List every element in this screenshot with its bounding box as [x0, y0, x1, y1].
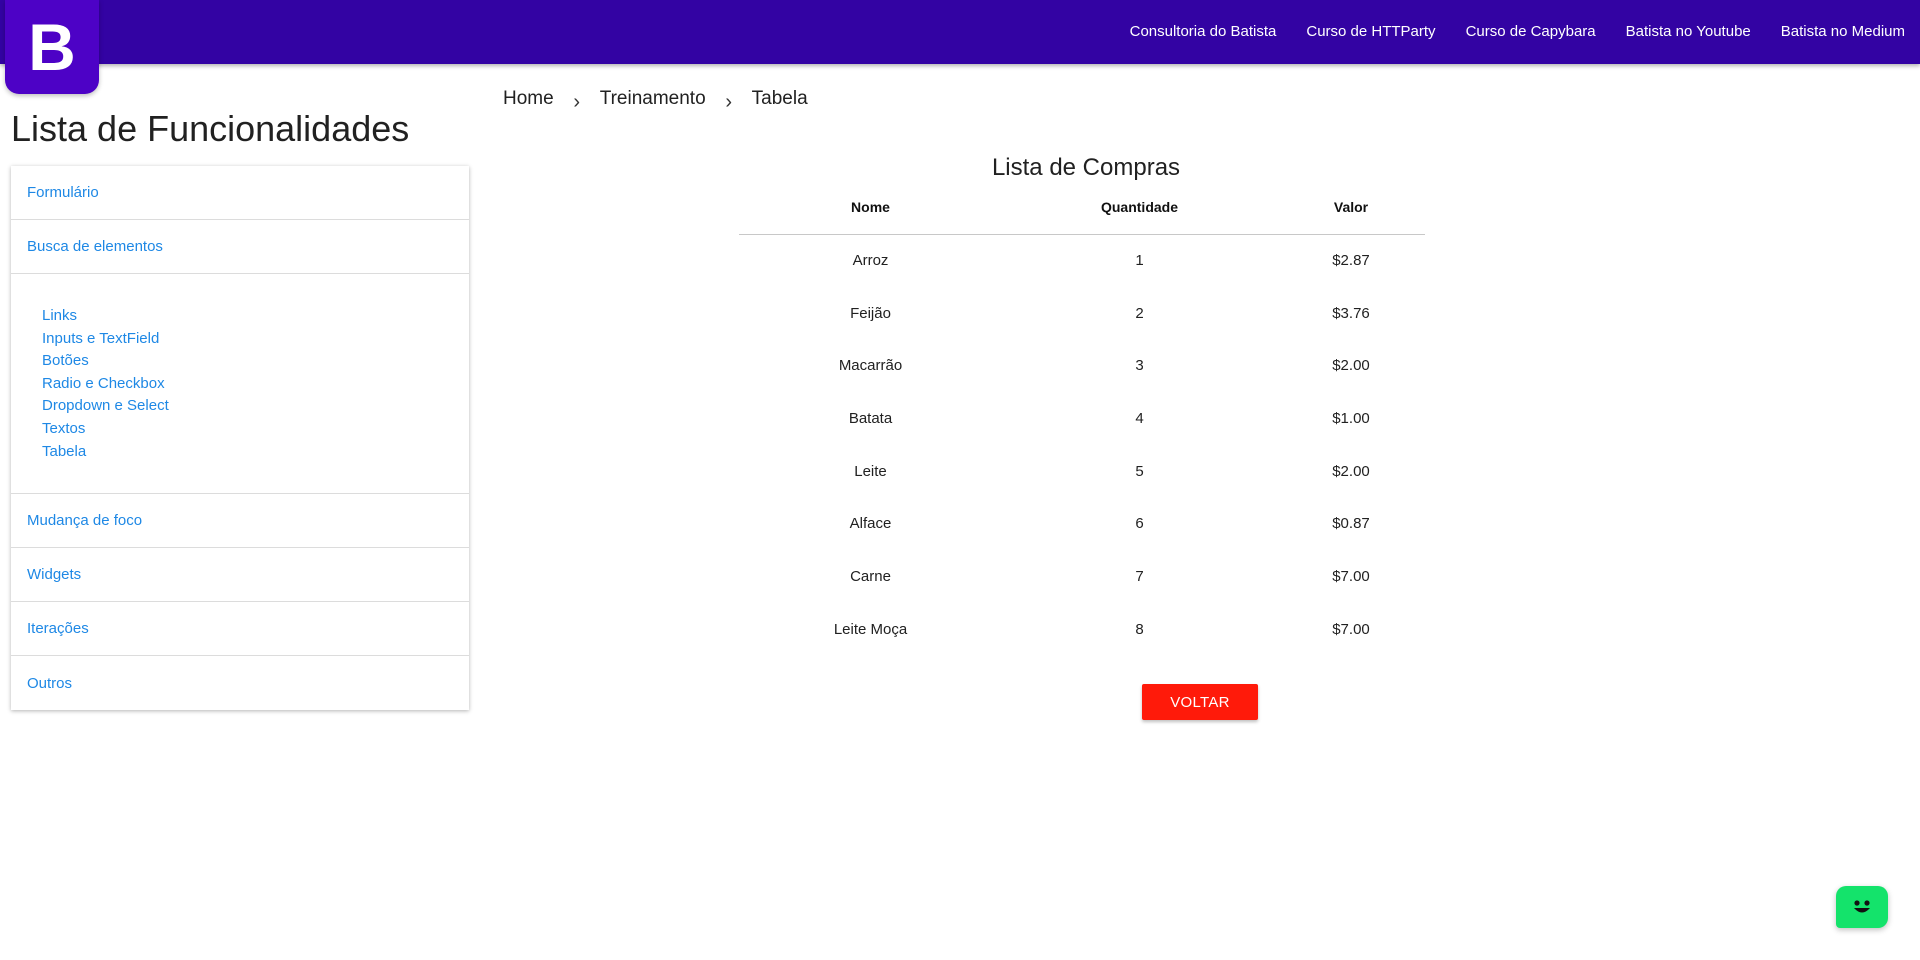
shopping-table: Nome Quantidade Valor Arroz 1 $2.87 Feij…: [739, 196, 1425, 656]
cell-valor: $2.00: [1332, 357, 1370, 375]
sidebar-item-busca-de-elementos[interactable]: Busca de elementos: [11, 220, 469, 274]
cell-valor: $0.87: [1332, 515, 1370, 533]
cell-quantidade: 2: [1135, 304, 1144, 322]
sidebar-item-iteracoes[interactable]: Iterações: [11, 602, 469, 657]
submenu-link-radio-checkbox[interactable]: Radio e Checkbox: [42, 373, 469, 396]
table-row: Alface 6 $0.87: [739, 497, 1425, 550]
column-header-nome: Nome: [739, 196, 1002, 235]
breadcrumb-treinamento[interactable]: Treinamento: [600, 88, 706, 110]
table-row: Batata 4 $1.00: [739, 392, 1425, 445]
submenu-link-botoes[interactable]: Botões: [42, 350, 469, 373]
table-header-row: Nome Quantidade Valor: [739, 196, 1425, 235]
cell-valor: $7.00: [1332, 567, 1370, 585]
cell-quantidade: 6: [1135, 515, 1144, 533]
breadcrumb-home[interactable]: Home: [503, 88, 554, 110]
table-title: Lista de Compras: [991, 154, 1181, 181]
nav-link-youtube[interactable]: Batista no Youtube: [1611, 0, 1766, 64]
submenu-link-inputs[interactable]: Inputs e TextField: [42, 328, 469, 351]
table-row: Leite Moça 8 $7.00: [739, 603, 1425, 656]
column-header-valor: Valor: [1277, 196, 1425, 235]
cell-nome: Carne: [850, 567, 891, 585]
nav-link-httparty[interactable]: Curso de HTTParty: [1291, 0, 1450, 64]
breadcrumb-tabela: Tabela: [751, 88, 808, 109]
top-navbar: Consultoria do Batista Curso de HTTParty…: [0, 0, 1920, 64]
submenu-link-tabela[interactable]: Tabela: [42, 441, 469, 464]
cell-valor: $7.00: [1332, 620, 1370, 638]
cell-valor: $2.87: [1332, 252, 1370, 270]
sidebar-item-mudanca-de-foco[interactable]: Mudança de foco: [11, 494, 469, 549]
table-row: Arroz 1 $2.87: [739, 234, 1425, 287]
nav-link-medium[interactable]: Batista no Medium: [1766, 0, 1920, 64]
cell-quantidade: 8: [1135, 620, 1144, 638]
cell-nome: Macarrão: [838, 357, 903, 375]
back-button[interactable]: VOLTAR: [1142, 684, 1258, 720]
cell-nome: Leite Moça: [833, 620, 908, 638]
nav-link-capybara[interactable]: Curso de Capybara: [1451, 0, 1611, 64]
submenu-link-dropdown-select[interactable]: Dropdown e Select: [42, 395, 469, 418]
shopping-list-section: Lista de Compras Nome Quantidade Valor A…: [739, 150, 1425, 656]
cell-quantidade: 1: [1135, 252, 1144, 270]
cell-quantidade: 7: [1135, 567, 1144, 585]
cell-quantidade: 4: [1135, 409, 1144, 427]
sidebar-submenu: Links Inputs e TextField Botões Radio e …: [11, 274, 469, 495]
cell-nome: Batata: [848, 409, 893, 427]
cell-quantidade: 5: [1135, 462, 1144, 480]
cell-nome: Alface: [849, 515, 892, 533]
chat-widget-button[interactable]: [1836, 886, 1888, 928]
brand-logo[interactable]: B: [5, 0, 99, 94]
cell-nome: Arroz: [852, 252, 889, 270]
table-row: Feijão 2 $3.76: [739, 287, 1425, 340]
column-header-quantidade: Quantidade: [1002, 196, 1277, 235]
sidebar-item-outros[interactable]: Outros: [11, 656, 469, 710]
chevron-right-icon: ›: [573, 90, 581, 113]
top-nav-links: Consultoria do Batista Curso de HTTParty…: [1115, 0, 1920, 64]
nav-link-consultoria[interactable]: Consultoria do Batista: [1115, 0, 1292, 64]
cell-valor: $3.76: [1332, 304, 1370, 322]
table-row: Leite 5 $2.00: [739, 445, 1425, 498]
cell-nome: Leite: [854, 462, 887, 480]
cell-valor: $1.00: [1332, 409, 1370, 427]
page-title: Lista de Funcionalidades: [11, 108, 410, 149]
breadcrumb: Home › Treinamento › Tabela: [503, 84, 808, 114]
chevron-right-icon: ›: [725, 90, 732, 113]
cell-nome: Feijão: [850, 304, 891, 322]
table-row: Macarrão 3 $2.00: [739, 339, 1425, 392]
cell-quantidade: 3: [1135, 357, 1144, 375]
chat-bot-icon: [1854, 900, 1870, 913]
submenu-link-textos[interactable]: Textos: [42, 418, 469, 441]
submenu-link-links[interactable]: Links: [42, 305, 469, 328]
cell-valor: $2.00: [1332, 462, 1370, 480]
sidebar-item-formulario[interactable]: Formulário: [11, 166, 469, 220]
sidebar-item-widgets[interactable]: Widgets: [11, 548, 469, 603]
table-row: Carne 7 $7.00: [739, 550, 1425, 603]
sidebar-menu: Formulário Busca de elementos Links Inpu…: [11, 166, 469, 711]
